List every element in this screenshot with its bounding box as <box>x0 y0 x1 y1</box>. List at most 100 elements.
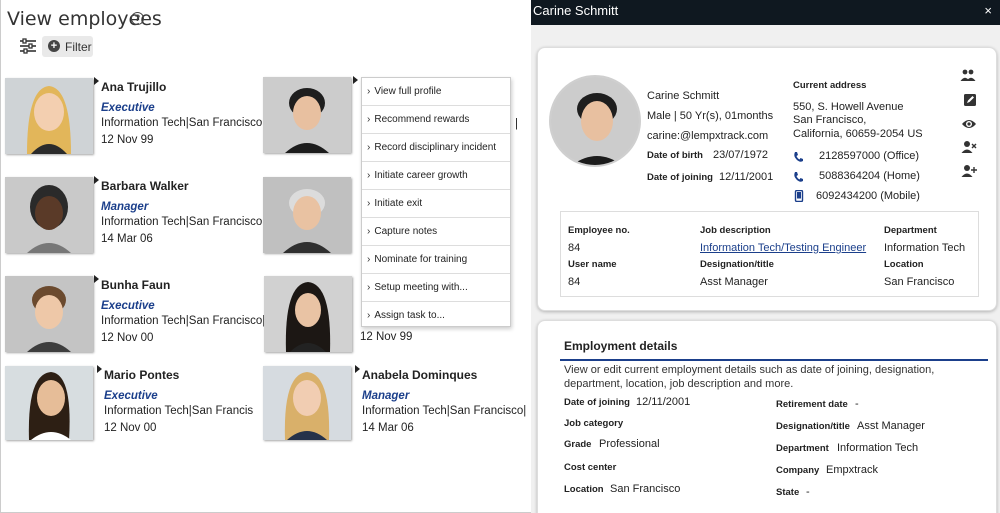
phone-icon <box>794 172 803 182</box>
ed-company-value: Empxtrack <box>826 464 878 476</box>
window-title-bar: Carine Schmitt × <box>531 0 1000 25</box>
employee-dept: Information Tech|San Francisco| <box>101 117 266 129</box>
doj-label: Date of joining <box>647 172 713 183</box>
ed-state-label: State <box>776 487 800 498</box>
dob-value: 23/07/1972 <box>713 149 769 161</box>
phone-office: 2128597000 (Office) <box>819 150 920 162</box>
username-value: 84 <box>568 276 581 288</box>
ed-doj-value: 12/11/2001 <box>636 396 691 408</box>
menu-item-record-disciplinary-incident[interactable]: › Record disciplinary incident <box>362 134 510 162</box>
employment-details-description: View or edit current employment details … <box>564 364 935 390</box>
ed-grade-label: Grade <box>564 439 592 450</box>
title-divider <box>560 359 988 361</box>
employee-date: 14 Mar 06 <box>362 422 414 434</box>
employee-photo <box>264 276 352 352</box>
employee-context-menu: › View full profile › Recommend rewards › R… <box>361 77 511 327</box>
ed-job-category-label: Job category <box>564 418 624 429</box>
employment-details-panel: Employment details View or edit current … <box>537 320 997 513</box>
employee-role: Manager <box>362 390 410 402</box>
filter-button[interactable]: + Filter <box>42 36 93 57</box>
menu-item-nominate-for-training[interactable]: › Nominate for training <box>362 246 510 274</box>
edit-icon[interactable] <box>962 93 978 107</box>
ed-doj-label: Date of joining <box>564 397 630 408</box>
address-line1: 550, S. Howell Avenue <box>793 101 904 113</box>
employee-list-panel: View employees ? + Filter Ana Trujillo E… <box>0 0 531 513</box>
employee-role: Executive <box>101 300 155 312</box>
card-menu-caret[interactable] <box>94 275 99 283</box>
profile-gender-age: Male | 50 Yr(s), 01months <box>647 110 774 122</box>
employee-role: Executive <box>104 390 158 402</box>
employee-date: 12 Nov 00 <box>101 332 154 344</box>
card-menu-caret[interactable] <box>97 365 102 373</box>
ed-department-value: Information Tech <box>837 442 919 454</box>
profile-avatar <box>549 75 641 167</box>
team-icon[interactable] <box>960 68 976 82</box>
ed-grade-value: Professional <box>599 438 660 450</box>
ed-state-value: - <box>806 486 810 498</box>
profile-summary-panel: Carine Schmitt Male | 50 Yr(s), 01months… <box>537 47 997 311</box>
ed-cost-center-label: Cost center <box>564 462 617 473</box>
mobile-icon <box>794 190 804 202</box>
card-menu-caret[interactable] <box>94 176 99 184</box>
location-label: Location <box>884 259 924 270</box>
emp-no-label: Employee no. <box>568 225 630 236</box>
job-desc-link[interactable]: Information Tech/Testing Engineer <box>700 242 866 254</box>
card-menu-caret[interactable] <box>94 77 99 85</box>
doj-value: 12/11/2001 <box>719 171 774 183</box>
job-desc-label: Job description <box>700 225 771 236</box>
employee-photo <box>263 177 351 253</box>
employee-dept: Information Tech|San Francisco| <box>362 405 527 417</box>
card-menu-caret[interactable] <box>353 76 358 84</box>
employee-name[interactable]: Bunha Faun <box>101 278 170 292</box>
menu-item-capture-notes[interactable]: › Capture notes <box>362 218 510 246</box>
phone-mobile: 6092434200 (Mobile) <box>816 190 920 202</box>
department-value: Information Tech <box>884 242 966 254</box>
employee-photo <box>263 366 351 440</box>
employee-role: Executive <box>101 102 155 114</box>
emp-no-value: 84 <box>568 242 581 254</box>
menu-item-initiate-career-growth[interactable]: › Initiate career growth <box>362 162 510 190</box>
menu-item-initiate-exit[interactable]: › Initiate exit <box>362 190 510 218</box>
filter-settings-icon[interactable] <box>19 38 37 54</box>
employee-date: 12 Nov 99 <box>101 134 154 146</box>
designation-value: Asst Manager <box>700 276 768 288</box>
employee-dept: Information Tech|San Francisco| <box>101 216 266 228</box>
employee-name[interactable]: Barbara Walker <box>101 179 189 193</box>
employee-profile-window: Carine Schmitt × Carine Schmitt Male | 5… <box>531 0 1000 513</box>
employee-date: 12 Nov 99 <box>360 331 413 343</box>
designation-label: Designation/title <box>700 259 774 270</box>
phone-icon <box>794 152 803 162</box>
menu-item-setup-meeting[interactable]: › Setup meeting with... <box>362 274 510 302</box>
window-title: Carine Schmitt <box>533 3 619 18</box>
employee-role: Manager <box>101 201 149 213</box>
ed-department-label: Department <box>776 443 829 454</box>
department-label: Department <box>884 225 937 236</box>
close-icon[interactable]: × <box>984 3 992 18</box>
employee-name[interactable]: Ana Trujillo <box>101 80 166 94</box>
ed-location-label: Location <box>564 484 604 495</box>
employee-photo <box>5 78 93 154</box>
filter-button-label: Filter <box>65 40 92 54</box>
address-line3: California, 60659-2054 US <box>793 128 923 140</box>
add-user-icon[interactable] <box>961 164 977 178</box>
location-value: San Francisco <box>884 276 955 288</box>
employee-name[interactable]: Anabela Dominques <box>362 368 477 382</box>
profile-email[interactable]: carine:@lempxtrack.com <box>647 130 768 142</box>
card-menu-caret[interactable] <box>355 365 360 373</box>
username-label: User name <box>568 259 617 270</box>
address-line2: San Francisco, <box>793 114 867 126</box>
remove-user-icon[interactable] <box>961 140 977 154</box>
employee-date: 12 Nov 00 <box>104 422 157 434</box>
employee-info-table: Employee no. 84 User name 84 Job descrip… <box>560 211 979 297</box>
employee-name[interactable]: Mario Pontes <box>104 368 179 382</box>
ed-designation-value: Asst Manager <box>857 420 925 432</box>
menu-item-assign-task[interactable]: › Assign task to... <box>362 302 510 330</box>
menu-item-recommend-rewards[interactable]: › Recommend rewards <box>362 106 510 134</box>
menu-item-view-full-profile[interactable]: › View full profile <box>362 78 510 106</box>
help-icon[interactable]: ? <box>131 12 144 25</box>
phone-home: 5088364204 (Home) <box>819 170 920 182</box>
ed-retirement-label: Retirement date <box>776 399 848 410</box>
employee-photo <box>263 77 351 153</box>
dob-label: Date of birth <box>647 150 703 161</box>
view-icon[interactable] <box>961 117 977 131</box>
